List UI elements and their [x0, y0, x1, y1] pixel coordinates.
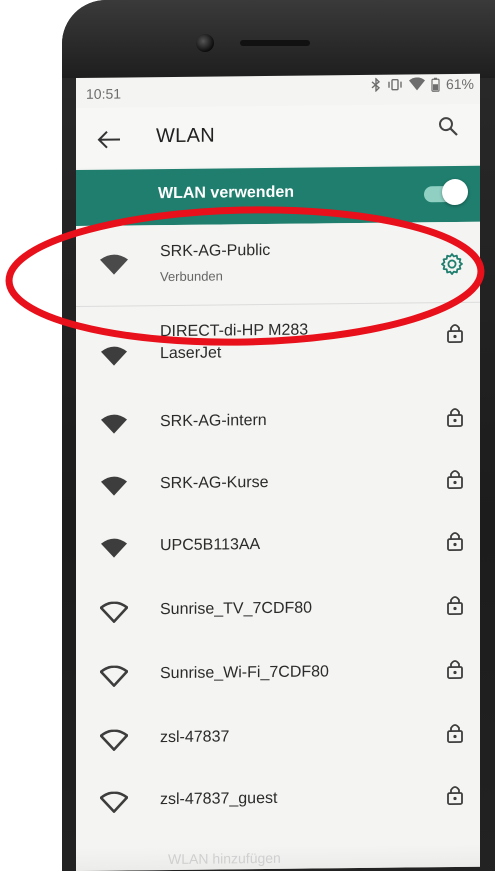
bluetooth-icon: [371, 77, 380, 92]
lock-icon: [447, 470, 463, 489]
network-name: SRK-AG-intern: [160, 412, 267, 431]
lock-icon: [447, 786, 463, 805]
wifi-outline-icon: [100, 791, 128, 813]
status-icons: 61%: [371, 76, 474, 93]
wifi-full-icon: [100, 254, 128, 275]
connected-network-status: Verbunden: [160, 268, 223, 285]
network-row[interactable]: SRK-AG-Kurse: [76, 454, 480, 518]
connected-network-row[interactable]: SRK-AG-Public Verbunden: [76, 221, 480, 308]
vibrate-icon: [388, 78, 402, 91]
network-row[interactable]: zsl-47837: [76, 708, 480, 772]
battery-icon: [431, 77, 440, 92]
wlan-master-switch-label: WLAN verwenden: [158, 183, 295, 203]
front-camera: [196, 34, 214, 52]
lock-icon: [447, 596, 463, 615]
wifi-full-icon: [101, 346, 127, 366]
wifi-full-icon: [101, 414, 127, 434]
status-time: 10:51: [86, 85, 122, 102]
network-name: Sunrise_Wi-Fi_7CDF80: [160, 663, 329, 683]
network-name: SRK-AG-Kurse: [160, 473, 269, 493]
wifi-signal-icon: [408, 77, 425, 91]
network-row[interactable]: SRK-AG-intern: [76, 392, 480, 456]
wifi-outline-icon: [100, 729, 128, 751]
network-name: zsl-47837_guest: [160, 789, 278, 809]
network-row[interactable]: zsl-47837_guest: [76, 770, 480, 834]
arrow-left-icon[interactable]: [96, 128, 122, 152]
lock-icon: [447, 408, 463, 427]
battery-percent: 61%: [445, 75, 474, 93]
network-name: zsl-47837: [160, 728, 230, 747]
network-name: Sunrise_TV_7CDF80: [160, 599, 313, 619]
search-icon[interactable]: [436, 114, 460, 138]
gear-icon[interactable]: [440, 252, 464, 276]
page-title: WLAN: [156, 124, 215, 148]
lock-icon: [447, 532, 463, 551]
status-bar: 10:51 61%: [76, 74, 480, 108]
earpiece-speaker: [240, 40, 310, 46]
network-row[interactable]: UPC5B113AA: [76, 516, 480, 580]
lock-icon: [447, 660, 463, 679]
toggle-thumb[interactable]: [442, 178, 468, 206]
lock-icon: [447, 724, 463, 743]
phone-top-bezel: [62, 0, 495, 78]
wifi-full-icon: [101, 476, 127, 496]
wlan-master-switch-row[interactable]: WLAN verwenden: [76, 165, 480, 226]
add-network-label[interactable]: WLAN hinzufügen: [168, 850, 281, 867]
wifi-outline-icon: [100, 601, 128, 623]
phone-screen: 10:51 61% WLAN WLAN verwenden SRK-AG-Pub…: [76, 73, 480, 871]
app-bar: WLAN: [76, 103, 480, 168]
lock-icon: [447, 324, 463, 343]
wifi-full-icon: [101, 538, 127, 558]
network-row[interactable]: DIRECT-di-HP M283 LaserJet: [76, 320, 480, 384]
network-name-line2: LaserJet: [160, 344, 222, 363]
network-row[interactable]: Sunrise_Wi-Fi_7CDF80: [76, 644, 480, 708]
network-row[interactable]: Sunrise_TV_7CDF80: [76, 580, 480, 644]
network-name: DIRECT-di-HP M283: [160, 321, 309, 341]
network-name: UPC5B113AA: [160, 536, 261, 555]
wifi-outline-icon: [100, 665, 128, 687]
connected-network-name: SRK-AG-Public: [160, 241, 271, 261]
